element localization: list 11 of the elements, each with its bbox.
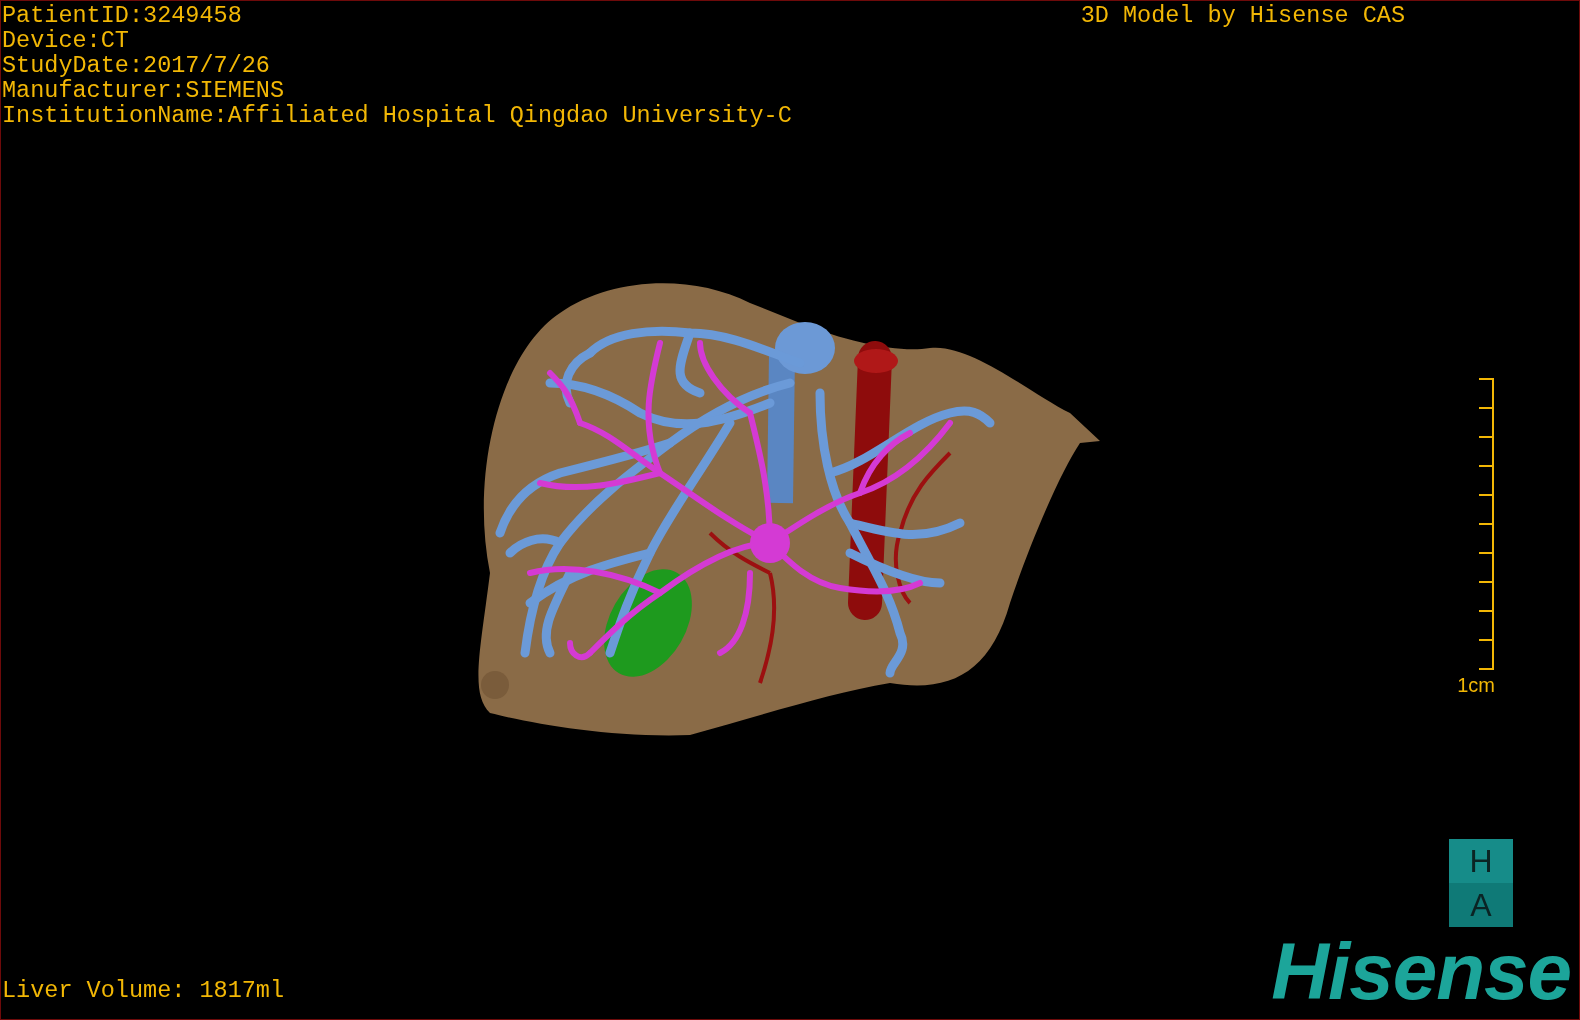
patient-info-line: PatientID:3249458 xyxy=(2,3,243,28)
brand-wordmark: Hisense xyxy=(1271,939,1572,1005)
model-credit-title: 3D Model by Hisense CAS xyxy=(1080,3,1405,28)
liver-volume-readout: Liver Volume: 1817ml xyxy=(2,978,285,1003)
scale-label: 1cm xyxy=(1457,674,1495,696)
logo-badge-letter: A xyxy=(1449,883,1513,927)
patient-info-line: InstitutionName:Affiliated Hospital Qingdao University-C xyxy=(2,103,792,128)
patient-info-line: Device:CT xyxy=(2,28,130,53)
logo-badge-letter: H xyxy=(1449,839,1513,883)
patient-info-line: Manufacturer:SIEMENS xyxy=(2,78,286,103)
patient-info-line: StudyDate:2017/7/26 xyxy=(2,53,271,78)
